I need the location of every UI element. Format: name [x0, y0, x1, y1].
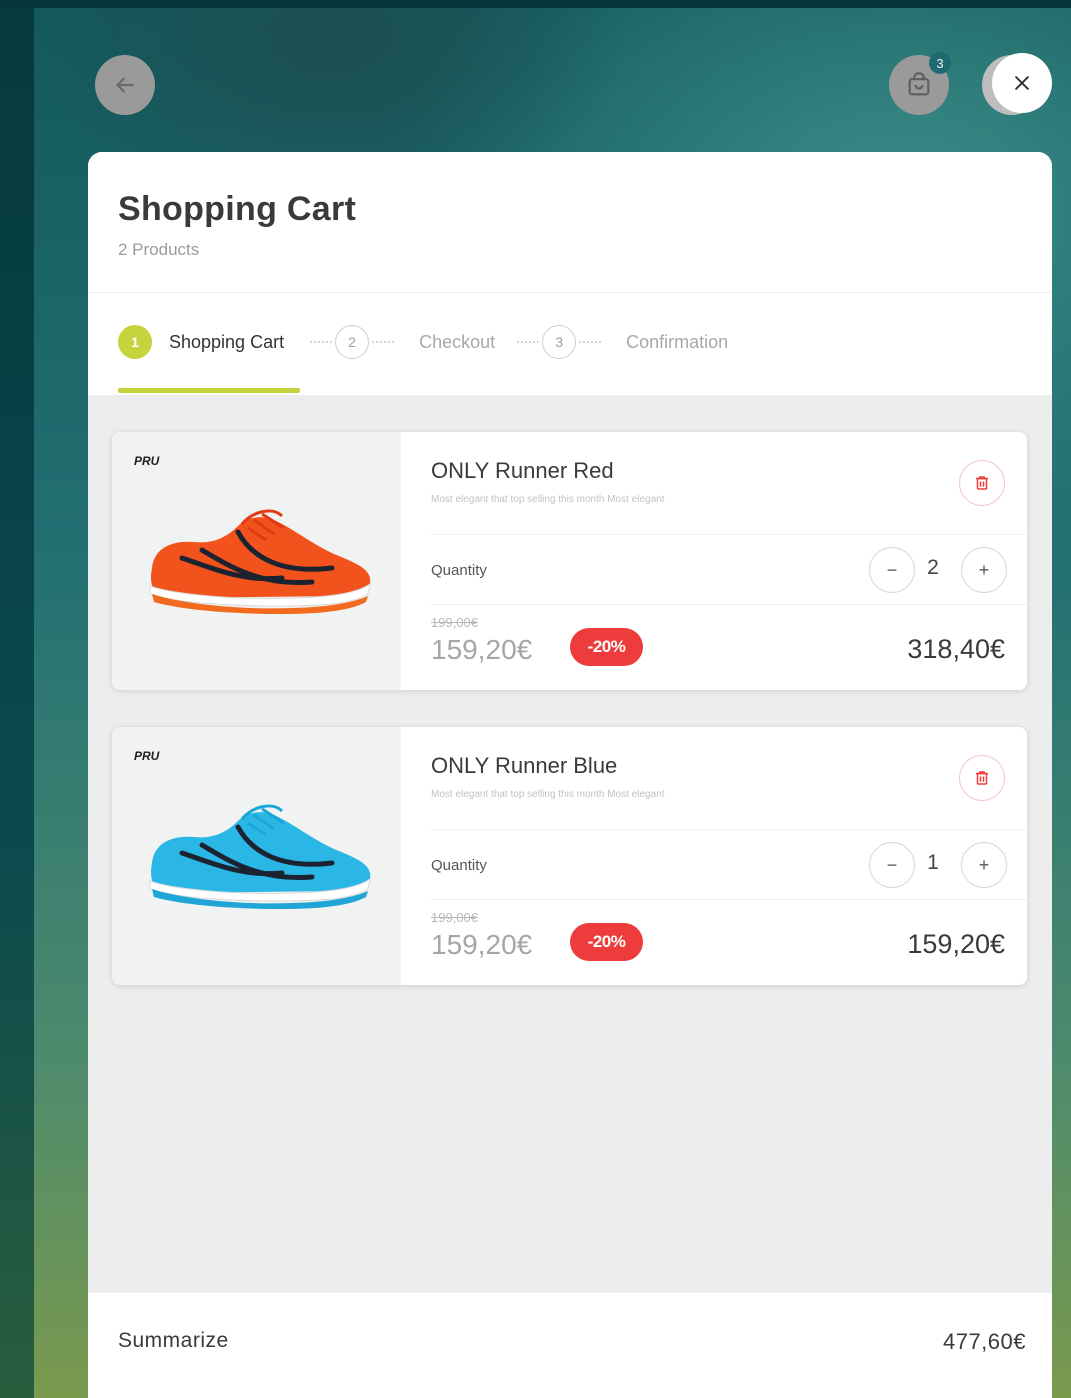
- product-name[interactable]: ONLY Runner Blue: [431, 753, 617, 779]
- step-connector: [372, 341, 395, 343]
- summary-total: 477,60€: [942, 1329, 1026, 1354]
- trash-icon: [976, 771, 988, 785]
- product-details: ONLY Runner Red Most elegant that top se…: [401, 432, 1027, 690]
- remove-item-button[interactable]: [959, 755, 1005, 801]
- quantity-value: 2: [927, 556, 939, 579]
- trash-icon: [976, 476, 988, 490]
- back-button[interactable]: [95, 55, 155, 115]
- background-top-strip: [0, 0, 1071, 8]
- brand-logo: PRU: [134, 454, 160, 468]
- line-total: 159,20€: [907, 929, 1005, 959]
- cart-count-badge: 3: [929, 52, 951, 74]
- discount-badge: -20%: [570, 628, 643, 666]
- unit-price: 159,20€: [431, 929, 533, 960]
- decrease-quantity-button[interactable]: −: [869, 842, 915, 888]
- quantity-label: Quantity: [431, 857, 487, 874]
- product-description: Most elegant that top selling this month…: [431, 789, 665, 800]
- step-connector: [517, 341, 540, 343]
- unit-price: 159,20€: [431, 634, 533, 665]
- minus-icon: −: [886, 559, 898, 580]
- product-details: ONLY Runner Blue Most elegant that top s…: [401, 727, 1027, 985]
- blue-shoe-image[interactable]: [142, 793, 374, 913]
- step-3-number[interactable]: 3: [542, 325, 577, 359]
- step-connector: [310, 341, 333, 343]
- brand-logo: PRU: [134, 749, 160, 763]
- step-2-label[interactable]: Checkout: [419, 332, 495, 353]
- product-count: 2 Products: [118, 240, 200, 259]
- cart-header: Shopping Cart 2 Products 1 Shopping Cart…: [88, 152, 1052, 395]
- step-connector: [579, 341, 602, 343]
- product-description: Most elegant that top selling this month…: [431, 494, 665, 505]
- arrow-left-icon: [116, 77, 134, 93]
- row-divider: [431, 534, 1027, 535]
- row-divider: [431, 899, 1027, 900]
- active-step-indicator: [118, 388, 300, 393]
- cart-item: PRU ONLY Runner Blue Most elegant that t…: [112, 727, 1027, 985]
- row-divider: [431, 829, 1027, 830]
- checkout-steps: 1 Shopping Cart 2 Checkout 3 Confirmatio…: [118, 324, 728, 360]
- step-3-label[interactable]: Confirmation: [626, 332, 728, 353]
- step-2-number[interactable]: 2: [335, 325, 370, 359]
- quantity-value: 1: [927, 851, 939, 874]
- step-1-number[interactable]: 1: [118, 325, 152, 359]
- summary-label: Summarize: [118, 1329, 229, 1352]
- product-image-area: PRU: [112, 432, 401, 690]
- product-name[interactable]: ONLY Runner Red: [431, 458, 614, 484]
- cart-button[interactable]: 3: [889, 52, 951, 115]
- plus-icon: +: [978, 854, 990, 875]
- plus-icon: +: [978, 559, 990, 580]
- remove-item-button[interactable]: [959, 460, 1005, 506]
- minus-icon: −: [886, 854, 898, 875]
- cart-item: PRU ONLY Runner Red Most elegant that to…: [112, 432, 1027, 690]
- close-icon: [1015, 76, 1029, 90]
- background-left-strip: [0, 0, 34, 1398]
- line-total: 318,40€: [907, 634, 1005, 664]
- original-price: 199,00€: [431, 615, 478, 630]
- cart-summary: Summarize 477,60€: [88, 1293, 1052, 1398]
- original-price: 199,00€: [431, 910, 478, 925]
- step-1-label[interactable]: Shopping Cart: [169, 332, 284, 353]
- quantity-label: Quantity: [431, 562, 487, 579]
- close-button[interactable]: [992, 53, 1052, 113]
- product-image-area: PRU: [112, 727, 401, 985]
- row-divider: [431, 604, 1027, 605]
- page-title: Shopping Cart: [118, 190, 357, 228]
- increase-quantity-button[interactable]: +: [961, 842, 1007, 888]
- cart-icon: [908, 72, 930, 96]
- discount-badge: -20%: [570, 923, 643, 961]
- cart-panel: Shopping Cart 2 Products 1 Shopping Cart…: [88, 152, 1052, 1398]
- increase-quantity-button[interactable]: +: [961, 547, 1007, 593]
- header-divider: [88, 292, 1052, 293]
- decrease-quantity-button[interactable]: −: [869, 547, 915, 593]
- red-shoe-image[interactable]: [142, 498, 374, 618]
